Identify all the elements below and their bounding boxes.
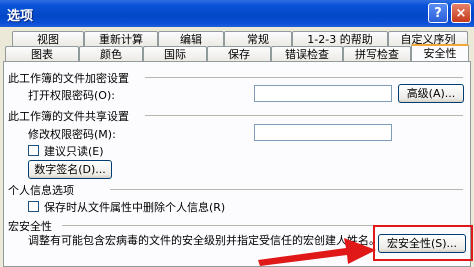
remove-personal-info-checkbox[interactable] [28,201,39,212]
modify-password-input[interactable] [254,124,392,141]
tab-error-checking[interactable]: 错误检查 [271,46,343,61]
readonly-recommended-checkbox[interactable] [28,145,39,156]
annotation-arrow-icon [258,238,376,266]
digital-signature-button[interactable]: 数字签名(D)... [28,160,112,179]
open-password-label: 打开权限密码(O): [28,89,115,102]
annotation-highlight-box [373,225,473,261]
tab-spelling[interactable]: 拼写检查 [343,46,411,61]
section-divider [145,77,463,78]
tab-security[interactable]: 安全性 [411,44,469,61]
remove-personal-info-label: 保存时从文件属性中删除个人信息(R) [44,201,226,214]
help-button[interactable]: ? [428,3,448,23]
privacy-section-title: 个人信息选项 [8,184,74,197]
section-divider [110,189,463,190]
open-password-input[interactable] [254,85,392,102]
tab-save[interactable]: 保存 [207,46,271,61]
readonly-recommended-label: 建议只读(E) [44,145,104,158]
encryption-section-title: 此工作簿的文件加密设置 [8,72,129,85]
dialog-title: 选项 [7,9,34,24]
advanced-button[interactable]: 高级(A)... [398,84,464,103]
modify-password-label: 修改权限密码(M): [28,128,116,141]
options-dialog: 选项 ? × 视图 重新计算 编辑 常规 1-2-3 的帮助 自定义序列 图表 … [0,0,474,267]
tab-international[interactable]: 国际 [143,46,207,61]
tab-edit[interactable]: 编辑 [158,31,224,46]
tab-lotus-help[interactable]: 1-2-3 的帮助 [292,31,388,46]
tab-recalculation[interactable]: 重新计算 [84,31,158,46]
tab-color[interactable]: 颜色 [79,46,143,61]
tab-chart[interactable]: 图表 [5,46,79,61]
sharing-section-title: 此工作簿的文件共享设置 [8,110,129,123]
tab-view[interactable]: 视图 [12,31,84,46]
tab-general[interactable]: 常规 [224,31,292,46]
close-icon: × [455,6,467,21]
help-icon: ? [434,6,442,21]
section-divider [145,115,463,116]
title-bar[interactable]: 选项 ? × [0,0,474,27]
close-button[interactable]: × [451,3,471,23]
